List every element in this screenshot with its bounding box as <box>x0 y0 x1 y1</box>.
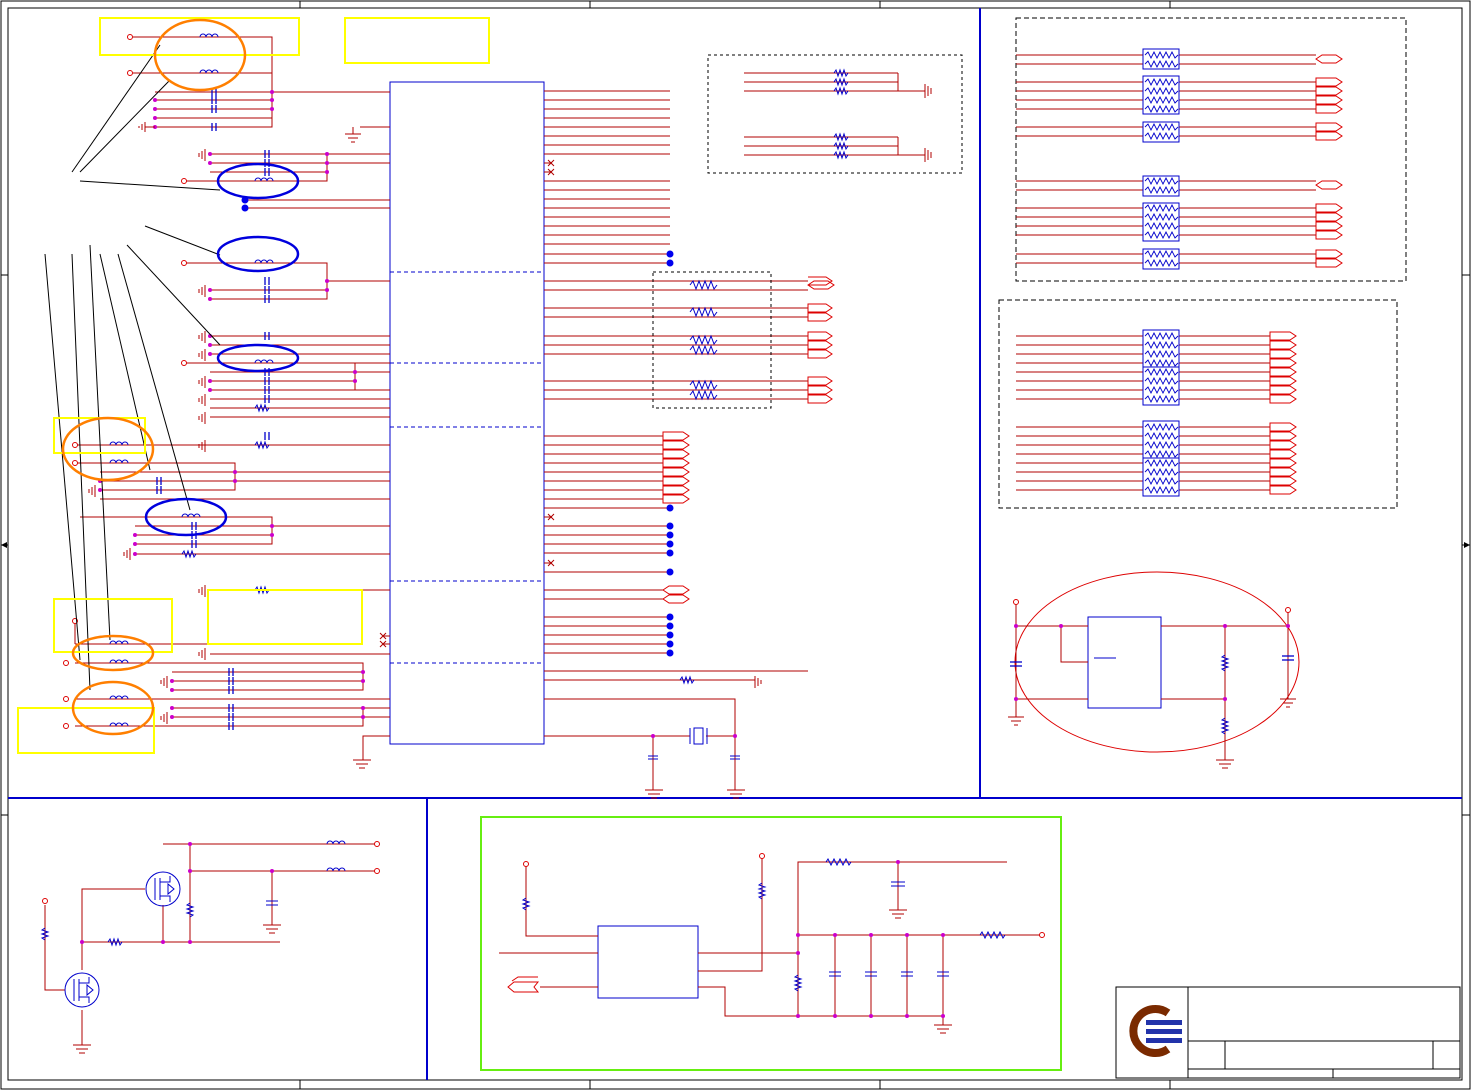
company-logo <box>1129 1005 1182 1057</box>
net-port-circles <box>63 34 187 729</box>
no-connect-marks <box>379 159 555 648</box>
sheet-frame <box>0 0 1471 1090</box>
title-block <box>1115 986 1461 1079</box>
green-highlight-circuit <box>480 816 1062 1071</box>
offpage-connectors <box>662 276 835 604</box>
highlight-boxes-yellow <box>17 17 490 754</box>
left-filter-wiring <box>74 36 390 727</box>
pulldown-resistor-group <box>707 54 963 174</box>
left-zone-arrow <box>1 542 7 548</box>
nmos-transistor <box>64 972 100 1008</box>
series-resistor-group <box>652 271 772 409</box>
pmos-transistor <box>145 871 181 907</box>
main-ic-left-pins <box>100 91 390 760</box>
ferrite-inductors <box>109 33 274 727</box>
emi-filter-array-bottom <box>998 299 1398 509</box>
annotation-leader-lines <box>44 44 221 691</box>
decoupling-capacitors <box>156 88 270 730</box>
net-connection-dots <box>241 196 674 657</box>
schematic-sheet <box>0 0 1471 1090</box>
crystal-oscillator <box>648 675 740 790</box>
main-ic-right-pins <box>544 90 808 760</box>
right-zone-arrow <box>1464 542 1470 548</box>
main-ic <box>389 81 545 745</box>
wire-junctions <box>98 90 737 738</box>
power-switch-circuit <box>40 840 380 1054</box>
ground-symbols <box>88 122 762 799</box>
voltage-regulator-circuit <box>1008 571 1300 769</box>
emi-filter-array-top <box>1015 17 1407 282</box>
highlight-ellipses-blue <box>144 162 300 537</box>
